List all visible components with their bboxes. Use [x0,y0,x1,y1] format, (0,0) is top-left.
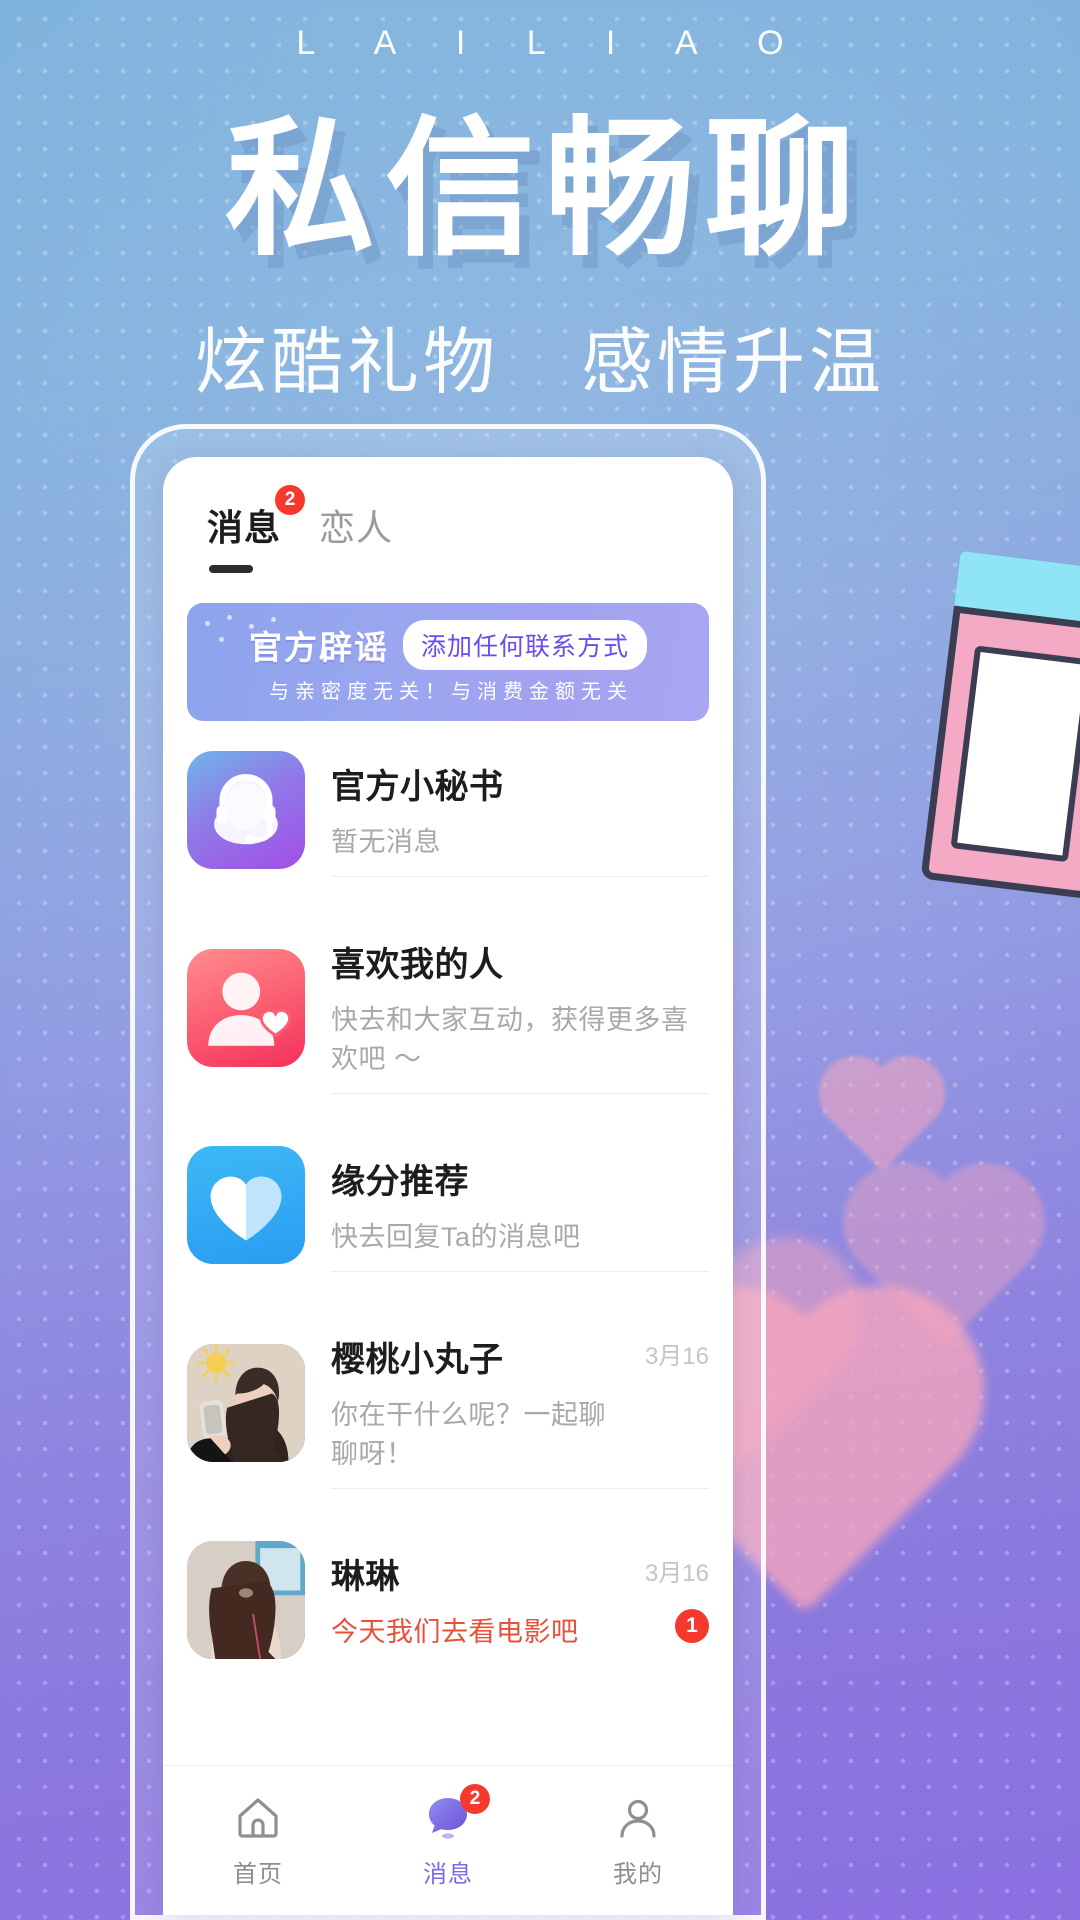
message-icon: 2 [422,1784,490,1844]
conversation-time: 3月16 [644,1560,709,1587]
nav-item-profile[interactable]: 我的 [543,1782,733,1889]
nav-item-messages-label: 消息 [423,1861,473,1888]
conversation-name: 樱桃小丸子 [331,1341,504,1379]
list-item[interactable]: 喜欢我的人 快去和大家互动，获得更多喜欢吧 ～ [187,899,733,1116]
conversation-list: 官方小秘书 暂无消息 喜欢我的人 快去和大家互动，获得更多喜欢吧 ～ 缘分推荐 … [163,721,733,1765]
conversation-preview: 快去回复Ta的消息吧 [331,1222,581,1252]
conversation-preview: 你在干什么呢？一起聊聊呀！ [331,1400,606,1469]
bottom-nav: 首页 2 消息 我的 [163,1765,733,1915]
banner-subtitle: 与亲密度无关！与消费金额无关 [269,681,633,703]
conversation-preview: 快去和大家互动，获得更多喜欢吧 ～ [331,1005,689,1074]
nav-item-profile-label: 我的 [613,1861,663,1888]
promo-header: L A I L I A O 私信畅聊 炫酷礼物 感情升温 [0,0,1080,408]
person-heart-icon [208,972,292,1046]
nav-messages-badge: 2 [460,1784,490,1814]
photo-avatar-2 [187,1541,305,1659]
list-item[interactable]: 缘分推荐 快去回复Ta的消息吧 [187,1116,733,1294]
nav-item-home-label: 首页 [233,1861,283,1888]
page-subtitle: 炫酷礼物 感情升温 [0,303,1080,408]
nav-item-messages[interactable]: 2 消息 [353,1782,543,1889]
photo-avatar-1 [187,1343,305,1462]
conversation-name: 喜欢我的人 [331,946,504,984]
user-photo [187,1541,305,1659]
phone-mockup: 消息 2 恋人 官方辟谣 添加任何联系方式 与亲密度无关！与消费金额无关 官方小… [130,424,766,1920]
subtitle-left: 炫酷礼物 [194,322,499,403]
tab-active-indicator [209,565,253,573]
tab-lovers-label: 恋人 [319,507,394,548]
list-item[interactable]: 官方小秘书 暂无消息 [187,721,733,899]
user-photo [187,1343,305,1462]
conversation-preview: 暂无消息 [331,827,441,857]
brand-name: L A I L I A O [296,24,810,62]
heart-icon [210,1176,282,1241]
home-icon [232,1792,284,1844]
conversation-preview: 今天我们去看电影吧 [331,1617,579,1647]
conversation-name: 缘分推荐 [331,1163,469,1201]
conversation-name: 琳琳 [331,1558,400,1596]
sparkle-icon [201,615,321,651]
secretary-avatar [187,751,305,869]
official-notice-banner[interactable]: 官方辟谣 添加任何联系方式 与亲密度无关！与消费金额无关 [187,603,709,721]
tab-lovers[interactable]: 恋人 [319,499,393,551]
tab-messages[interactable]: 消息 2 [207,485,306,573]
list-item[interactable]: 琳琳 今天我们去看电影吧 3月16 1 [187,1511,733,1689]
tab-messages-label: 消息 [207,507,282,548]
headset-operator-icon [214,774,278,845]
tab-bar: 消息 2 恋人 [163,457,733,573]
profile-icon [612,1792,664,1844]
conversation-name: 官方小秘书 [331,768,504,806]
likes-avatar [187,948,305,1067]
decorative-card-illustration [920,550,1080,900]
decorative-heart-icon [829,1066,935,1172]
app-screen: 消息 2 恋人 官方辟谣 添加任何联系方式 与亲密度无关！与消费金额无关 官方小… [163,457,733,1915]
tab-messages-badge: 2 [275,485,306,515]
page-title: 私信畅聊 [224,105,865,273]
nav-item-home[interactable]: 首页 [163,1782,353,1889]
unread-count-badge: 1 [675,1609,709,1643]
match-avatar [187,1146,305,1264]
subtitle-right: 感情升温 [581,322,886,403]
list-item[interactable]: 樱桃小丸子 你在干什么呢？一起聊聊呀！ 3月16 [187,1294,733,1511]
banner-pill-label: 添加任何联系方式 [402,620,647,670]
conversation-time: 3月16 [644,1343,709,1370]
